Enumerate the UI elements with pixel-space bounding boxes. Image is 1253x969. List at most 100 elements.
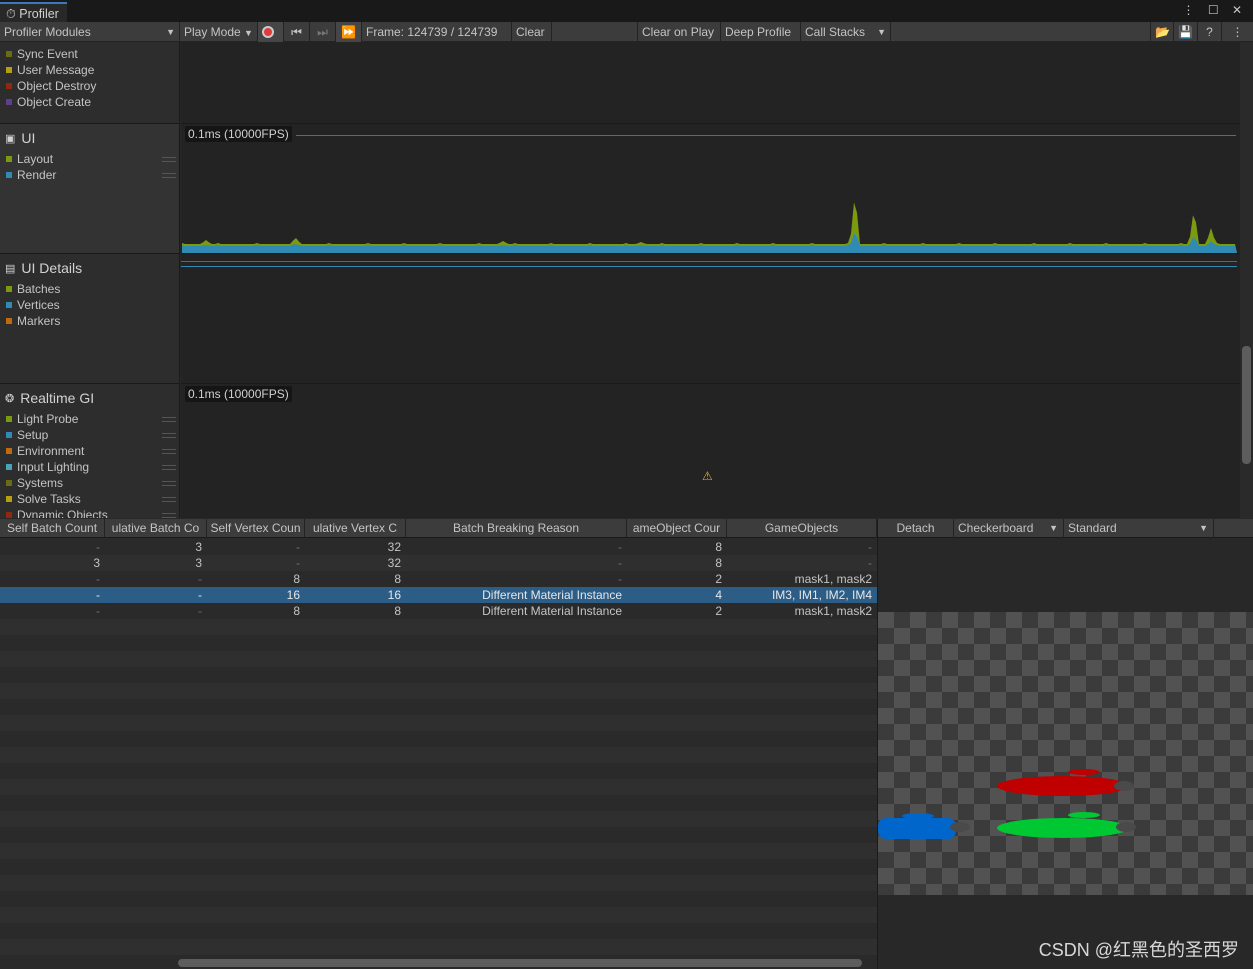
detach-button[interactable]: Detach	[878, 519, 954, 538]
drag-handle-icon[interactable]	[162, 173, 176, 178]
profiler-modules-dropdown[interactable]: Profiler Modules ▼	[0, 22, 180, 42]
column-header[interactable]: ulative Vertex C	[305, 519, 406, 538]
drag-handle-icon[interactable]	[162, 465, 176, 470]
clear-on-play-toggle[interactable]: Clear on Play	[637, 22, 721, 42]
call-stacks-dropdown[interactable]: Call Stacks ▼	[801, 22, 891, 42]
drag-handle-icon[interactable]	[162, 417, 176, 422]
current-frame-button[interactable]: ⏩	[336, 22, 362, 42]
preview-canvas[interactable]	[878, 612, 1253, 895]
table-row[interactable]: 3 3 - 32 - 8 -	[0, 555, 877, 571]
drag-handle-icon[interactable]	[162, 449, 176, 454]
table-row[interactable]	[0, 843, 877, 859]
counter-dynamic-objects[interactable]: Dynamic Objects	[6, 508, 176, 518]
ui-details-icon: ▤	[5, 262, 16, 275]
column-header[interactable]: GameObjects	[727, 519, 877, 538]
chart-area[interactable]: 0.1ms (10000FPS) 0.1ms (10000FPS) ⚠	[181, 42, 1240, 518]
table-row[interactable]	[0, 715, 877, 731]
more-menu-button[interactable]: ⋮	[1222, 22, 1253, 42]
drag-handle-icon[interactable]	[162, 497, 176, 502]
color-swatch	[6, 464, 12, 470]
batches-line	[181, 261, 1237, 262]
play-mode-dropdown[interactable]: Play Mode ▼	[180, 22, 258, 42]
table-row[interactable]	[0, 667, 877, 683]
step-back-icon: ⏮	[291, 25, 302, 39]
help-button[interactable]: ?	[1198, 22, 1222, 42]
counter-layout[interactable]: Layout	[6, 152, 176, 166]
table-row[interactable]	[0, 699, 877, 715]
chevron-down-icon: ▼	[166, 27, 175, 37]
table-row[interactable]: - - 8 8 Different Material Instance 2 mask1, m…	[0, 603, 877, 619]
module-ui[interactable]: ▣ UI Layout Render	[0, 124, 179, 254]
module-network[interactable]: Sync Event User Message Object Destroy O…	[0, 42, 179, 124]
previous-frame-button[interactable]: ⏮	[284, 22, 310, 42]
counter-setup[interactable]: Setup	[6, 428, 176, 442]
horizontal-scrollbar-thumb[interactable]	[178, 959, 862, 967]
table-row[interactable]	[0, 731, 877, 747]
render-area	[182, 233, 1237, 253]
counter-user-message[interactable]: User Message	[6, 63, 176, 77]
counter-object-destroy[interactable]: Object Destroy	[6, 79, 176, 93]
table-row[interactable]: - - 8 8 - 2 mask1, mask2	[0, 571, 877, 587]
counter-systems[interactable]: Systems	[6, 476, 176, 490]
table-row[interactable]	[0, 859, 877, 875]
chevron-down-icon: ▼	[1049, 523, 1058, 533]
table-row[interactable]	[0, 907, 877, 923]
table-row[interactable]	[0, 779, 877, 795]
table-row[interactable]	[0, 891, 877, 907]
background-dropdown[interactable]: Checkerboard ▼	[954, 519, 1064, 538]
table-row[interactable]	[0, 923, 877, 939]
module-title-text: Realtime GI	[20, 390, 95, 406]
profiler-tab[interactable]: ⏱ Profiler	[0, 2, 67, 22]
record-button[interactable]	[258, 22, 284, 42]
table-row[interactable]	[0, 619, 877, 635]
ui-chart[interactable]: 0.1ms (10000FPS)	[181, 124, 1240, 254]
module-ui-details[interactable]: ▤ UI Details Batches Vertices Markers	[0, 254, 179, 384]
table-row[interactable]	[0, 651, 877, 667]
counter-solve-tasks[interactable]: Solve Tasks	[6, 492, 176, 506]
load-button[interactable]: 📂	[1150, 22, 1174, 42]
table-row[interactable]	[0, 811, 877, 827]
table-row[interactable]	[0, 795, 877, 811]
table-row[interactable]	[0, 939, 877, 955]
counter-markers[interactable]: Markers	[6, 314, 176, 328]
save-button[interactable]: 💾	[1174, 22, 1198, 42]
drag-handle-icon[interactable]	[162, 157, 176, 162]
scrollbar-thumb[interactable]	[1242, 346, 1251, 464]
column-header[interactable]: Batch Breaking Reason	[406, 519, 627, 538]
counter-sync-event[interactable]: Sync Event	[6, 47, 176, 61]
counter-render[interactable]: Render	[6, 168, 176, 182]
window-controls[interactable]: ⋮ ☐ ✕	[1183, 3, 1247, 17]
table-row[interactable]	[0, 683, 877, 699]
table-row[interactable]	[0, 763, 877, 779]
modules-label: Profiler Modules	[4, 25, 91, 39]
counter-object-create[interactable]: Object Create	[6, 95, 176, 109]
table-row[interactable]: - - 16 16 Different Material Instance 4 IM3, I…	[0, 587, 877, 603]
column-header[interactable]: Self Vertex Coun	[207, 519, 305, 538]
next-frame-button[interactable]: ⏭	[310, 22, 336, 42]
ui-details-chart[interactable]	[181, 254, 1240, 384]
table-cell: 3	[195, 556, 202, 570]
drag-handle-icon[interactable]	[162, 481, 176, 486]
counter-vertices[interactable]: Vertices	[6, 298, 176, 312]
network-chart[interactable]	[181, 42, 1240, 124]
table-row[interactable]: - 3 - 32 - 8 -	[0, 539, 877, 555]
drag-handle-icon[interactable]	[162, 513, 176, 518]
background-label: Checkerboard	[958, 521, 1034, 535]
counter-environment[interactable]: Environment	[6, 444, 176, 458]
counter-batches[interactable]: Batches	[6, 282, 176, 296]
table-row[interactable]	[0, 875, 877, 891]
table-row[interactable]	[0, 827, 877, 843]
clear-button[interactable]: Clear	[512, 22, 552, 42]
table-row[interactable]	[0, 635, 877, 651]
preview-mode-dropdown[interactable]: Standard ▼	[1064, 519, 1214, 538]
drag-handle-icon[interactable]	[162, 433, 176, 438]
column-header[interactable]: ameObject Cour	[627, 519, 727, 538]
module-realtime-gi[interactable]: ❂ Realtime GI Light Probe Setup Environment…	[0, 384, 179, 518]
column-header[interactable]: ulative Batch Co	[105, 519, 207, 538]
counter-input-lighting[interactable]: Input Lighting	[6, 460, 176, 474]
counter-light-probe[interactable]: Light Probe	[6, 412, 176, 426]
realtime-gi-chart[interactable]: 0.1ms (10000FPS) ⚠	[181, 384, 1240, 518]
table-row[interactable]	[0, 747, 877, 763]
deep-profile-toggle[interactable]: Deep Profile	[721, 22, 801, 42]
column-header[interactable]: Self Batch Count	[0, 519, 105, 538]
